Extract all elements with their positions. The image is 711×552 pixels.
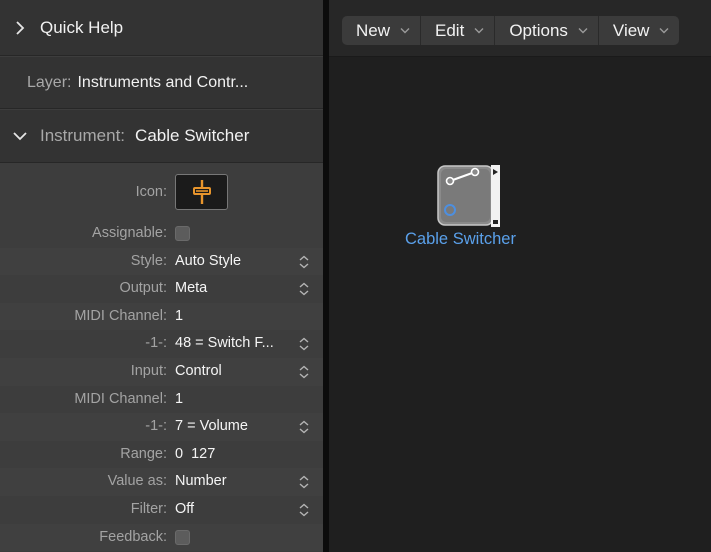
inspector-panel: Quick Help Layer: Instruments and Contr.… xyxy=(0,0,323,552)
param-label-midi-channel: MIDI Channel: xyxy=(74,390,167,407)
filter-value[interactable]: Off xyxy=(175,496,194,524)
param-label-icon: Icon: xyxy=(135,184,167,200)
stepper-icon[interactable] xyxy=(298,365,310,379)
param-label-input-cc: -1-: xyxy=(145,418,167,435)
param-row-style[interactable]: Style: Auto Style xyxy=(0,247,323,276)
view-menu-label: View xyxy=(612,20,650,40)
options-menu[interactable]: Options xyxy=(495,16,599,45)
instrument-header[interactable]: Instrument: Cable Switcher xyxy=(0,110,323,163)
param-row-input-cc[interactable]: -1-: 7 = Volume xyxy=(0,413,323,441)
quick-help-title: Quick Help xyxy=(40,17,124,37)
chevron-down-icon[interactable] xyxy=(0,131,40,141)
view-menu[interactable]: View xyxy=(599,16,680,45)
param-row-output[interactable]: Output: Meta xyxy=(0,275,323,303)
cable-switcher-object[interactable] xyxy=(437,165,501,227)
stepper-icon[interactable] xyxy=(298,255,310,269)
assignable-checkbox[interactable] xyxy=(175,226,190,241)
param-label-value-as: Value as: xyxy=(107,473,167,490)
stepper-icon[interactable] xyxy=(298,337,310,351)
param-row-input[interactable]: Input: Control xyxy=(0,357,323,386)
instrument-name[interactable]: Cable Switcher xyxy=(135,126,249,146)
input-cc-value[interactable]: 7 = Volume xyxy=(175,413,248,441)
chevron-down-icon xyxy=(659,27,669,34)
edit-menu-label: Edit xyxy=(435,20,465,40)
quick-help-header[interactable]: Quick Help xyxy=(0,0,323,56)
instrument-icon-picker[interactable] xyxy=(175,174,228,210)
stepper-icon[interactable] xyxy=(298,282,310,296)
chevron-right-icon[interactable] xyxy=(0,20,40,35)
style-value[interactable]: Auto Style xyxy=(175,248,241,276)
new-menu-label: New xyxy=(356,20,391,40)
param-row-icon: Icon: xyxy=(0,164,323,220)
cable-switcher-icon xyxy=(192,180,211,204)
layer-label: Layer: xyxy=(27,73,72,91)
param-label-range: Range: xyxy=(120,445,167,462)
chevron-down-icon xyxy=(400,27,410,34)
param-row-assignable: Assignable: xyxy=(0,220,323,248)
environment-window: New Edit Options View Cable Switcher xyxy=(329,0,711,552)
param-row-feedback: Feedback: xyxy=(0,523,323,552)
local-menu-bar: New Edit Options View xyxy=(329,0,711,57)
stepper-icon[interactable] xyxy=(298,503,310,517)
param-label-filter: Filter: xyxy=(130,500,167,517)
param-row-output-cc[interactable]: -1-: 48 = Switch F... xyxy=(0,330,323,358)
param-row-output-midi-channel[interactable]: MIDI Channel: 1 xyxy=(0,302,323,331)
param-label-feedback: Feedback: xyxy=(99,528,167,545)
param-row-value-as[interactable]: Value as: Number xyxy=(0,468,323,496)
param-row-input-midi-channel[interactable]: MIDI Channel: 1 xyxy=(0,386,323,414)
options-menu-label: Options xyxy=(509,20,568,40)
output-cc-value[interactable]: 48 = Switch F... xyxy=(175,330,274,358)
param-label-output-cc: -1-: xyxy=(145,335,167,352)
parameter-list: Icon: Assignable: Style: Auto Style Outp… xyxy=(0,164,323,552)
param-label-midi-channel: MIDI Channel: xyxy=(74,307,167,324)
param-row-filter[interactable]: Filter: Off xyxy=(0,496,323,524)
param-label-input: Input: xyxy=(130,362,167,379)
feedback-checkbox[interactable] xyxy=(175,529,190,545)
param-label-output: Output: xyxy=(119,280,167,297)
layer-selector[interactable]: Layer: Instruments and Contr... xyxy=(0,57,323,109)
chevron-down-icon xyxy=(578,27,588,34)
param-label-style: Style: xyxy=(130,252,167,269)
layer-value[interactable]: Instruments and Contr... xyxy=(77,74,248,92)
stepper-icon[interactable] xyxy=(298,475,310,489)
menu-button-group: New Edit Options View xyxy=(342,16,680,45)
value-as-value[interactable]: Number xyxy=(175,468,227,496)
cable-switcher-label[interactable]: Cable Switcher xyxy=(405,230,516,249)
instrument-label: Instrument: xyxy=(40,126,126,145)
input-value[interactable]: Control xyxy=(175,358,222,386)
chevron-down-icon xyxy=(474,27,484,34)
param-label-assignable: Assignable: xyxy=(92,225,167,241)
new-menu[interactable]: New xyxy=(342,16,422,45)
output-midi-channel-value[interactable]: 1 xyxy=(175,303,183,331)
edit-menu[interactable]: Edit xyxy=(421,16,496,45)
range-value[interactable]: 0 127 xyxy=(175,441,215,469)
param-row-range[interactable]: Range: 0 127 xyxy=(0,441,323,469)
stepper-icon[interactable] xyxy=(298,420,310,434)
input-midi-channel-value[interactable]: 1 xyxy=(175,386,183,414)
output-value[interactable]: Meta xyxy=(175,275,207,303)
